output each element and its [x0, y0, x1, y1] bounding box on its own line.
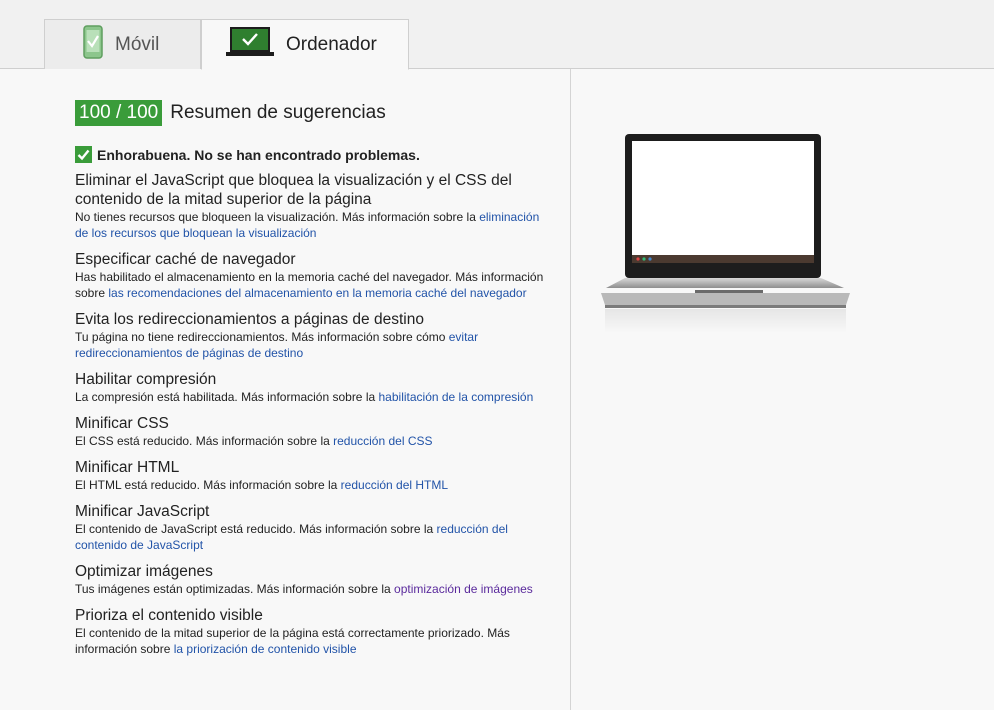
- rule-description: El contenido de JavaScript está reducido…: [75, 521, 555, 553]
- rule-item: Minificar JavaScript El contenido de Jav…: [75, 502, 555, 553]
- rule-title: Especificar caché de navegador: [75, 251, 296, 268]
- rule-description: La compresión está habilitada. Más infor…: [75, 389, 555, 405]
- rule-link[interactable]: la priorización de contenido visible: [174, 642, 357, 656]
- phone-check-icon: [83, 25, 103, 65]
- rule-item: Evita los redireccionamientos a páginas …: [75, 310, 555, 361]
- rule-description: El contenido de la mitad superior de la …: [75, 625, 555, 657]
- rule-text: El HTML está reducido. Más información s…: [75, 478, 341, 492]
- rule-text: El contenido de JavaScript está reducido…: [75, 522, 437, 536]
- rule-link[interactable]: reducción del HTML: [341, 478, 448, 492]
- rule-text: Tu página no tiene redireccionamientos. …: [75, 330, 449, 344]
- rule-item: Minificar HTML El HTML está reducido. Má…: [75, 458, 555, 493]
- check-icon: [75, 146, 92, 163]
- rule-title: Eliminar el JavaScript que bloquea la vi…: [75, 172, 512, 208]
- rule-title: Minificar CSS: [75, 415, 169, 432]
- laptop-check-icon: [226, 26, 274, 63]
- rule-title: Evita los redireccionamientos a páginas …: [75, 311, 424, 328]
- rule-item: Habilitar compresión La compresión está …: [75, 370, 555, 405]
- congrats-message: Enhorabuena. No se han encontrado proble…: [75, 146, 555, 163]
- rule-description: Tu página no tiene redireccionamientos. …: [75, 329, 555, 361]
- tab-label: Móvil: [115, 34, 160, 55]
- rule-text: Tus imágenes están optimizadas. Más info…: [75, 582, 395, 596]
- score-badge: 100 / 100: [75, 100, 163, 126]
- rule-item: Minificar CSS El CSS está reducido. Más …: [75, 414, 555, 449]
- suggestions-summary: 100 / 100 Resumen de sugerencias Enhorab…: [75, 100, 555, 666]
- tab-ordenador[interactable]: Ordenador: [201, 19, 409, 70]
- rule-description: Tus imágenes están optimizadas. Más info…: [75, 581, 555, 597]
- laptop-preview-icon: [598, 133, 853, 333]
- rule-title: Optimizar imágenes: [75, 563, 213, 580]
- rule-title: Minificar HTML: [75, 459, 180, 476]
- rule-text: El CSS está reducido. Más información so…: [75, 434, 334, 448]
- rule-item: Optimizar imágenes Tus imágenes están op…: [75, 562, 555, 597]
- rule-link[interactable]: habilitación de la compresión: [379, 390, 534, 404]
- rule-title: Prioriza el contenido visible: [75, 607, 263, 624]
- score-row: 100 / 100 Resumen de sugerencias: [75, 100, 555, 126]
- rule-title: Minificar JavaScript: [75, 503, 210, 520]
- tab-bar: Móvil Ordenador: [0, 0, 994, 70]
- rule-link[interactable]: las recomendaciones del almacenamiento e…: [108, 286, 526, 300]
- rule-title: Habilitar compresión: [75, 371, 217, 388]
- rule-item: Especificar caché de navegador Has habil…: [75, 250, 555, 301]
- rule-text: No tienes recursos que bloqueen la visua…: [75, 210, 480, 224]
- rule-item: Prioriza el contenido visible El conteni…: [75, 606, 555, 657]
- rule-description: Has habilitado el almacenamiento en la m…: [75, 269, 555, 301]
- rule-link[interactable]: reducción del CSS: [333, 434, 432, 448]
- rule-description: No tienes recursos que bloqueen la visua…: [75, 209, 555, 241]
- rule-description: El CSS está reducido. Más información so…: [75, 433, 555, 449]
- panel-divider: [570, 69, 571, 710]
- congrats-text: Enhorabuena. No se han encontrado proble…: [97, 146, 420, 163]
- tab-label: Ordenador: [286, 33, 377, 55]
- rule-item: Eliminar el JavaScript que bloquea la vi…: [75, 171, 555, 241]
- rule-description: El HTML está reducido. Más información s…: [75, 477, 555, 493]
- summary-title: Resumen de sugerencias: [170, 102, 386, 123]
- rule-text: La compresión está habilitada. Más infor…: [75, 390, 379, 404]
- tab-movil[interactable]: Móvil: [44, 19, 201, 70]
- rule-link[interactable]: optimización de imágenes: [394, 582, 533, 596]
